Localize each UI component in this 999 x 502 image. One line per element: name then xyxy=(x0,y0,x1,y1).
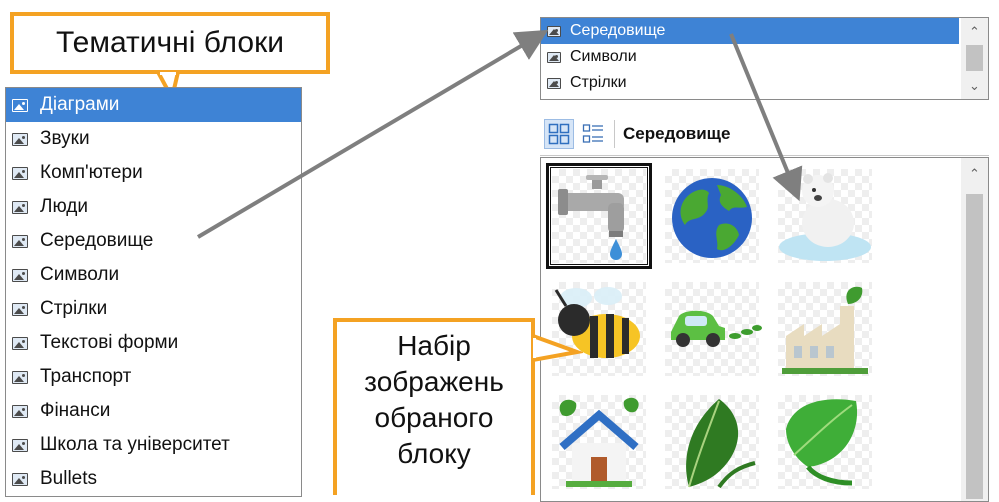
category-list: Діаграми Звуки Комп'ютери Люди Середовищ… xyxy=(5,87,302,497)
dropdown-scrollbar[interactable]: ⌃ ⌄ xyxy=(961,18,988,99)
image-icon xyxy=(12,302,28,316)
image-icon xyxy=(12,132,28,146)
gallery-scroll-thumb[interactable] xyxy=(966,194,983,499)
category-item-symbols[interactable]: Символи xyxy=(6,258,301,292)
image-icon xyxy=(12,370,28,384)
image-icon xyxy=(12,268,28,282)
category-label: Транспорт xyxy=(40,366,132,387)
gallery-image-house[interactable] xyxy=(546,389,652,495)
gallery-image-green-leaf[interactable] xyxy=(772,389,878,495)
view-toolbar: Середовище xyxy=(540,112,989,156)
category-item-bullets[interactable]: Bullets xyxy=(6,462,301,496)
category-label: Діаграми xyxy=(40,94,120,115)
globe-icon xyxy=(672,178,752,258)
image-icon xyxy=(12,98,28,112)
gallery-image-green-car[interactable] xyxy=(659,276,765,382)
category-label: Звуки xyxy=(40,128,90,149)
car-icon xyxy=(671,310,762,347)
image-icon xyxy=(12,438,28,452)
category-item-sounds[interactable]: Звуки xyxy=(6,122,301,156)
category-item-arrows[interactable]: Стрілки xyxy=(6,292,301,326)
image-icon xyxy=(12,234,28,248)
callout-image-set-line: зображень xyxy=(364,366,504,397)
gallery-image-factory[interactable] xyxy=(772,276,878,382)
callout-thematic-blocks: Тематичні блоки xyxy=(10,12,330,74)
callout-thematic-blocks-text: Тематичні блоки xyxy=(56,26,284,59)
category-label: Комп'ютери xyxy=(40,162,143,183)
category-label: Стрілки xyxy=(40,298,108,319)
category-item-finance[interactable]: Фінанси xyxy=(6,394,301,428)
dropdown-scroll-thumb[interactable] xyxy=(966,45,983,71)
gallery-image-leaf-sprout[interactable] xyxy=(659,389,765,495)
dropdown-item-label: Стрілки xyxy=(570,74,627,91)
gallery-image-polar-bear[interactable] xyxy=(772,163,878,269)
house-icon xyxy=(559,397,639,487)
image-icon xyxy=(12,404,28,418)
image-icon xyxy=(12,472,28,486)
category-label: Символи xyxy=(40,264,120,285)
category-label: Школа та університет xyxy=(40,434,230,455)
gallery-image-faucet[interactable] xyxy=(546,163,652,269)
category-item-text-shapes[interactable]: Текстові форми xyxy=(6,326,301,360)
callout-pointer xyxy=(533,333,583,363)
polar-bear-icon xyxy=(779,173,871,261)
gallery-scrollbar[interactable]: ⌃ xyxy=(961,158,988,501)
callout-image-set: Набір зображень обраного блоку xyxy=(333,318,535,495)
leaf-icon xyxy=(786,399,858,486)
category-dropdown-list: Середовище Символи Стрілки ⌃ ⌄ xyxy=(540,17,989,100)
callout-image-set-line: блоку xyxy=(397,438,471,469)
scroll-down-icon[interactable]: ⌄ xyxy=(961,74,988,98)
image-icon xyxy=(547,51,561,63)
dropdown-item-label: Символи xyxy=(570,48,637,65)
scroll-up-icon[interactable]: ⌃ xyxy=(961,20,988,44)
dropdown-item-label: Середовище xyxy=(570,22,666,39)
gallery-image-earth-globe[interactable] xyxy=(659,163,765,269)
image-icon xyxy=(12,200,28,214)
image-icon xyxy=(12,336,28,350)
callout-image-set-line: обраного xyxy=(374,402,494,433)
category-label: Середовище xyxy=(40,230,154,251)
dropdown-item-arrows[interactable]: Стрілки xyxy=(541,70,959,96)
large-icons-view-button[interactable] xyxy=(544,118,574,149)
category-item-computers[interactable]: Комп'ютери xyxy=(6,156,301,190)
details-view-button[interactable] xyxy=(578,119,608,149)
image-gallery: ⌃ xyxy=(540,157,989,502)
category-label: Фінанси xyxy=(40,400,111,421)
leaf-icon xyxy=(686,399,756,489)
list-view-icon xyxy=(582,123,603,143)
category-item-transport[interactable]: Транспорт xyxy=(6,360,301,394)
category-item-school[interactable]: Школа та університет xyxy=(6,428,301,462)
category-label: Текстові форми xyxy=(40,332,179,353)
scroll-up-icon[interactable]: ⌃ xyxy=(961,162,988,186)
category-label: Люди xyxy=(40,196,89,217)
faucet-icon xyxy=(558,175,624,260)
dropdown-item-environment[interactable]: Середовище xyxy=(541,18,959,44)
image-icon xyxy=(547,77,561,89)
factory-icon xyxy=(782,286,868,374)
callout-image-set-line: Набір xyxy=(397,330,471,361)
image-icon xyxy=(547,25,561,37)
grid-view-icon xyxy=(548,123,570,144)
toolbar-divider xyxy=(614,119,615,148)
category-item-people[interactable]: Люди xyxy=(6,190,301,224)
image-icon xyxy=(12,166,28,180)
gallery-title: Середовище xyxy=(623,123,731,143)
category-item-environment[interactable]: Середовище xyxy=(6,224,301,258)
category-item-diagrams[interactable]: Діаграми xyxy=(6,88,301,122)
category-label: Bullets xyxy=(40,468,98,489)
dropdown-item-symbols[interactable]: Символи xyxy=(541,44,959,70)
